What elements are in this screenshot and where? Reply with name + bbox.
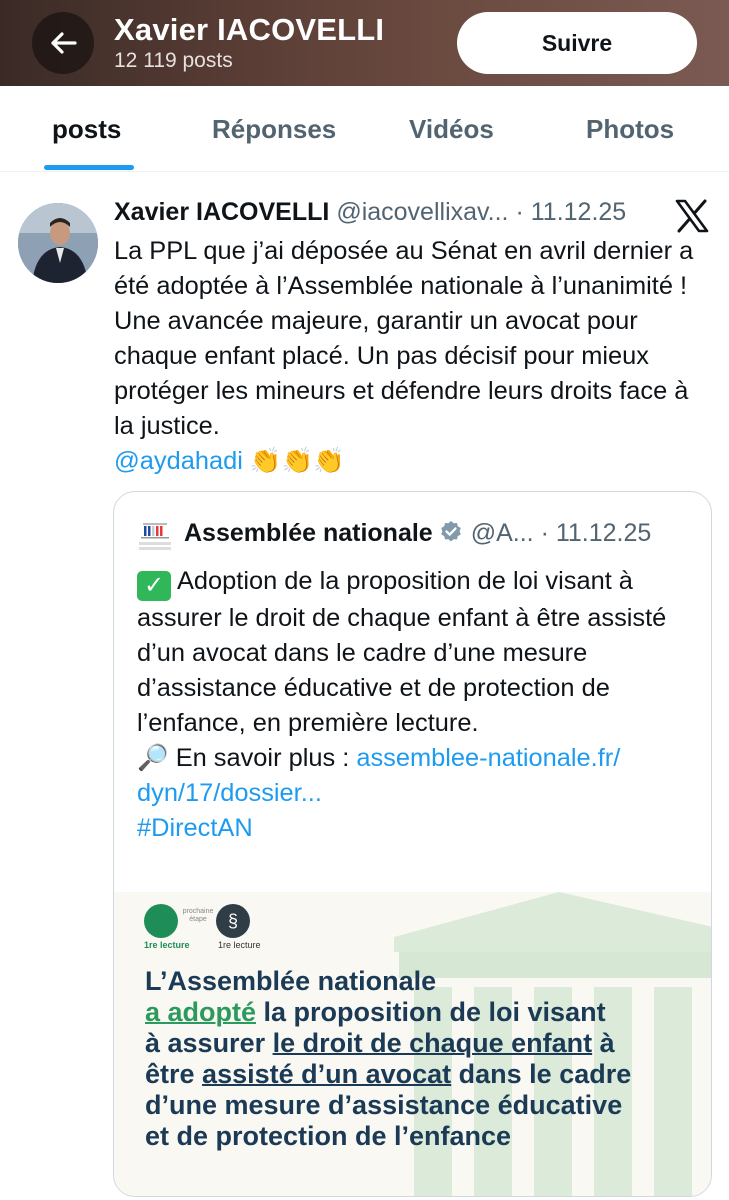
follow-button[interactable]: Suivre [457,12,697,74]
image-headline: L’Assemblée nationale a adopté la propos… [145,966,685,1152]
step1-badge [144,904,178,938]
arrow-left-icon [51,32,77,54]
image-right-phrase: le droit de chaque enfant [272,1028,593,1058]
tab-photos[interactable]: Photos [586,114,674,145]
mention-link[interactable]: @aydahadi [114,447,243,475]
more-label: En savoir plus : [175,744,350,772]
profile-name: Xavier IACOVELLI [114,12,385,47]
check-mark-icon: ✓ [137,571,171,601]
post-date: · 11.12.25 [515,198,627,226]
image-line1: L’Assemblée nationale [145,966,437,996]
assemblee-logo-icon [139,523,171,550]
next-step-label: prochaine étape [182,908,214,923]
image-line4-end: dans le cadre [451,1059,632,1089]
quote-header: Assemblée nationale @A... · 11.12.25 [184,519,704,548]
image-line5: d’une mesure d’assistance éducative [145,1090,623,1120]
quote-text: Adoption de la proposition de loi visant… [137,567,667,737]
step2-badge: § [216,904,250,938]
quote-image[interactable]: prochaine étape § 1re lecture 1re lectur… [114,892,711,1196]
author-handle[interactable]: @iacovellixav... [336,198,508,226]
quote-date: · 11.12.25 [540,519,652,547]
quoted-post[interactable]: Assemblée nationale @A... · 11.12.25 ✓ Ad… [113,491,712,1197]
quote-handle[interactable]: @A... [471,519,534,547]
back-button[interactable] [32,12,94,74]
post-count: 12 119 posts [114,49,233,72]
image-line6: et de protection de l’enfance [145,1121,512,1151]
tab-replies[interactable]: Réponses [212,114,336,145]
post-text: La PPL que j’ai déposée au Sénat en avri… [114,237,694,440]
author-name[interactable]: Xavier IACOVELLI [114,198,329,226]
hashtag-link[interactable]: #DirectAN [137,814,253,842]
image-line4-start: être [145,1059,203,1089]
author-avatar[interactable] [18,203,98,283]
profile-header: Xavier IACOVELLI 12 119 posts Suivre [0,0,729,86]
image-line3-start: à assurer [145,1028,273,1058]
active-tab-indicator [44,165,134,170]
image-line2: la proposition de loi visant [256,997,606,1027]
image-assisted-phrase: assisté d’un avocat [202,1059,452,1089]
image-adopted: a adopté [145,997,257,1027]
tab-posts[interactable]: posts [52,114,121,145]
verified-badge-icon [440,521,461,542]
tab-videos[interactable]: Vidéos [409,114,494,145]
image-line3-end: à [592,1028,615,1058]
avatar-photo [18,203,98,283]
post-body: La PPL que j’ai déposée au Sénat en avri… [114,234,714,479]
clap-emojis: 👏👏👏 [249,447,345,475]
post-header: Xavier IACOVELLI @iacovellixav... · 11.1… [114,198,674,232]
quote-author-name[interactable]: Assemblée nationale [184,519,433,547]
x-logo-icon [675,199,709,233]
quote-body: ✓ Adoption de la proposition de loi visan… [137,564,697,846]
step2-label: 1re lecture [218,940,261,950]
magnifier-icon: 🔎 [137,744,169,772]
step1-label: 1re lecture [144,940,190,950]
profile-tabs: posts Réponses Vidéos Photos [0,86,729,172]
